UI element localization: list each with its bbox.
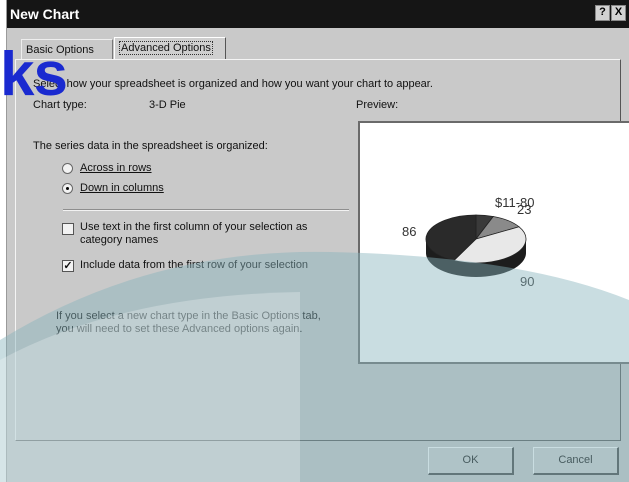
- ok-button[interactable]: OK: [428, 447, 514, 475]
- checkbox-first-row-data[interactable]: ✓: [62, 260, 74, 272]
- help-button[interactable]: ?: [595, 5, 610, 21]
- preview-label: Preview:: [356, 99, 399, 111]
- pie-chart-preview: [425, 214, 527, 277]
- intro-text: Select how your spreadsheet is organized…: [33, 78, 433, 90]
- radio-down-in-columns-label[interactable]: Down in columns: [80, 182, 164, 194]
- separator: [63, 209, 349, 211]
- series-label: The series data in the spreadsheet is or…: [33, 140, 268, 152]
- window-title: New Chart: [10, 6, 80, 22]
- pie-graphic: [425, 214, 527, 277]
- close-button[interactable]: X: [611, 5, 626, 21]
- chart-type-value: 3-D Pie: [149, 99, 186, 111]
- tab-advanced-options[interactable]: Advanced Options: [114, 37, 226, 60]
- checkbox-first-column-category[interactable]: [62, 223, 74, 235]
- pie-label-86: 86: [402, 224, 417, 239]
- radio-across-in-rows-label[interactable]: Across in rows: [80, 162, 152, 174]
- radio-across-in-rows[interactable]: [62, 163, 73, 174]
- note-line-1: If you select a new chart type in the Ba…: [56, 310, 321, 322]
- checkbox-first-column-label-1[interactable]: Use text in the first column of your sel…: [80, 221, 307, 233]
- checkbox-first-row-label[interactable]: Include data from the first row of your …: [80, 259, 308, 271]
- radio-down-in-columns[interactable]: [62, 183, 73, 194]
- new-chart-dialog: New Chart ? X Basic Options Advanced Opt…: [6, 0, 629, 482]
- note-line-2: you will need to set these Advanced opti…: [56, 323, 303, 335]
- checkbox-first-column-label-2[interactable]: category names: [80, 234, 158, 246]
- watermark-text: ks: [0, 40, 68, 109]
- title-bar: New Chart ? X: [7, 0, 629, 28]
- pie-label-23: 23: [517, 202, 532, 217]
- pie-label-90: 90: [520, 274, 535, 289]
- chart-preview: $11-80 23 86 90: [358, 121, 629, 364]
- tab-advanced-options-label: Advanced Options: [119, 41, 213, 55]
- cancel-button[interactable]: Cancel: [533, 447, 619, 475]
